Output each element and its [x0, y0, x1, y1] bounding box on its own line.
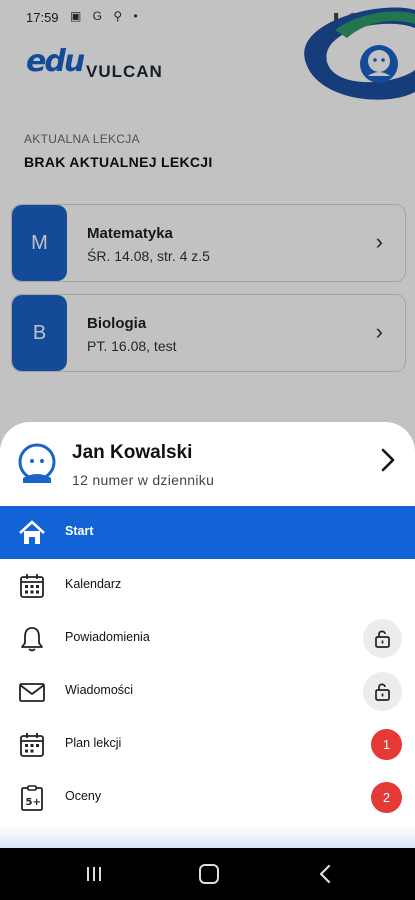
system-navigation-bar: [0, 848, 415, 900]
navigation-drawer: Jan Kowalski 12 numer w dzienniku Start …: [0, 422, 415, 852]
menu-item-label: Powiadomienia: [65, 630, 150, 644]
menu-item-label: Wiadomości: [65, 683, 134, 697]
menu-item-notifications[interactable]: Powiadomienia: [0, 612, 415, 665]
chevron-right-icon: [381, 448, 395, 472]
menu-item-start[interactable]: Start: [0, 506, 415, 559]
calendar-grid-icon: [20, 733, 44, 757]
student-avatar-icon: [18, 443, 56, 483]
menu-item-timetable[interactable]: Plan lekcji 1: [0, 718, 415, 771]
menu-item-calendar[interactable]: Kalendarz: [0, 559, 415, 612]
back-icon[interactable]: [318, 864, 332, 884]
recent-apps-icon[interactable]: [85, 865, 103, 883]
menu-item-messages[interactable]: Wiadomości: [0, 665, 415, 718]
menu-item-label: Plan lekcji: [65, 736, 122, 750]
menu-item-label: Start: [65, 524, 94, 538]
unlocked-padlock-icon: [375, 683, 390, 701]
home-icon: [19, 520, 45, 544]
menu-item-grades[interactable]: 5+ Oceny 2: [0, 771, 415, 824]
student-profile-row[interactable]: Jan Kowalski 12 numer w dzienniku: [0, 422, 415, 506]
envelope-icon: [19, 683, 45, 702]
student-name: Jan Kowalski: [72, 442, 193, 463]
unlocked-padlock-icon: [375, 630, 390, 648]
lock-button[interactable]: [363, 619, 402, 658]
menu-item-label: Oceny: [65, 789, 102, 803]
bell-icon: [21, 627, 43, 652]
menu-item-label: Kalendarz: [65, 577, 122, 591]
calendar-icon: [20, 574, 44, 598]
lock-button[interactable]: [363, 672, 402, 711]
count-badge: 1: [371, 729, 402, 760]
count-badge: 2: [371, 782, 402, 813]
grade-icon: 5+: [21, 785, 43, 811]
svg-text:5+: 5+: [26, 797, 41, 808]
home-button-icon[interactable]: [199, 864, 219, 884]
student-journal-number: 12 numer w dzienniku: [72, 472, 215, 488]
